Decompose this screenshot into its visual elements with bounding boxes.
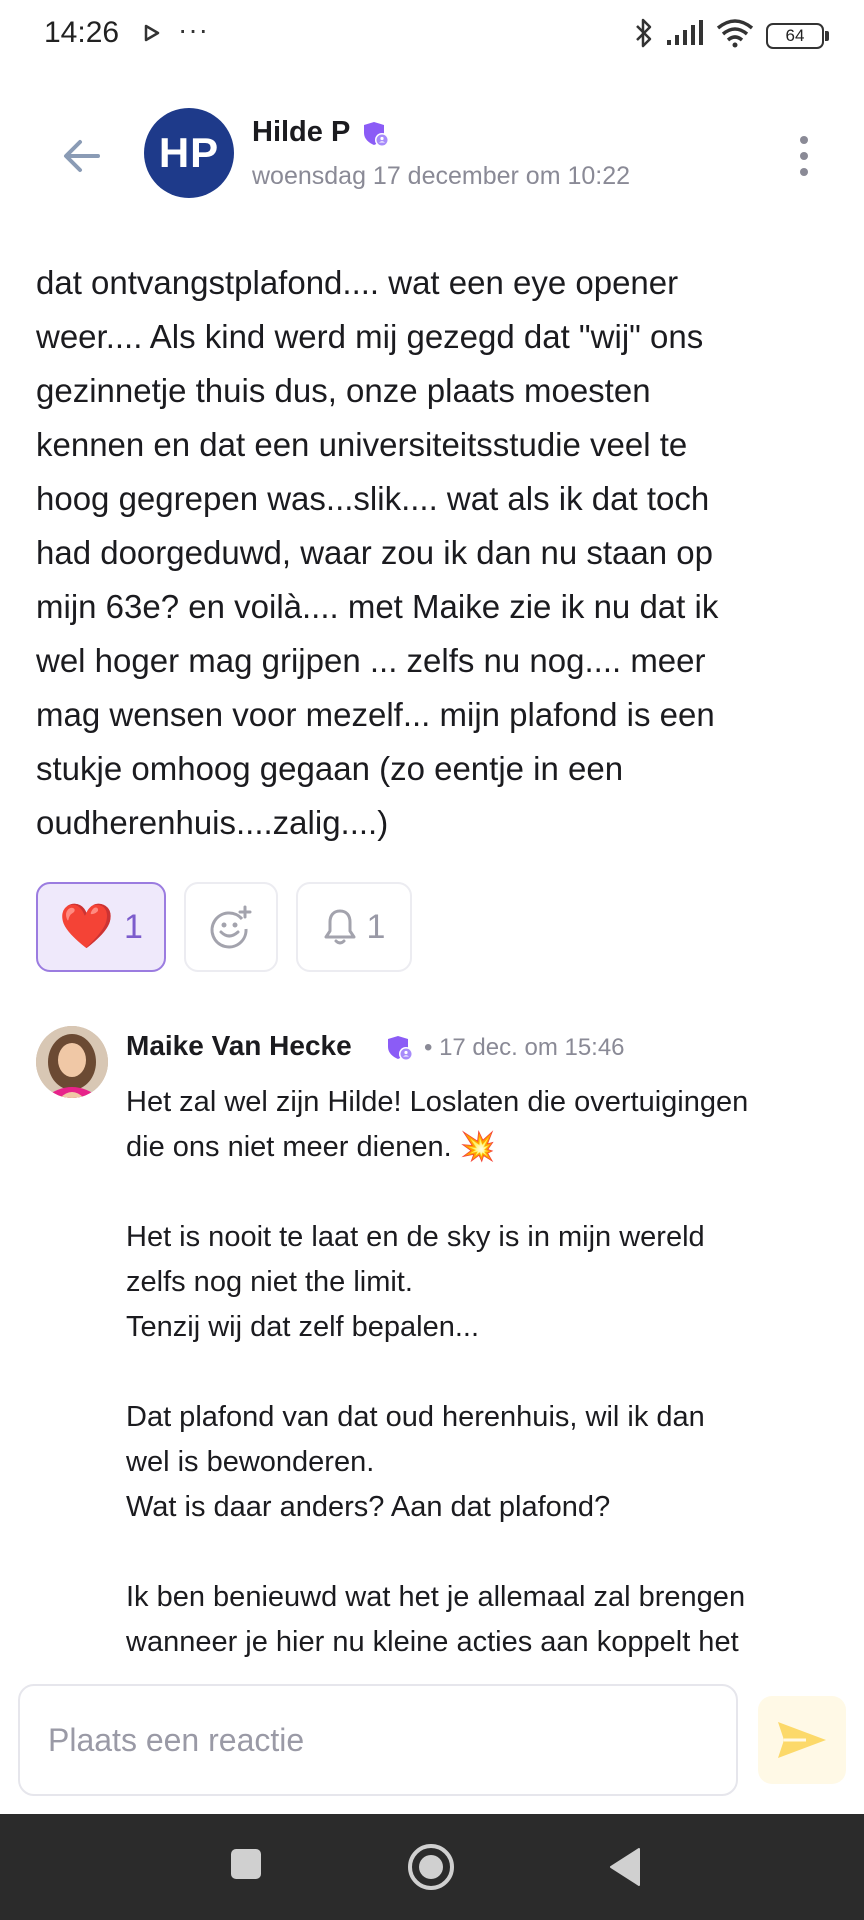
recents-icon — [231, 1849, 261, 1879]
back-triangle-icon — [610, 1848, 640, 1886]
heart-icon: ❤️ — [59, 902, 114, 951]
bluetooth-icon — [634, 18, 654, 53]
reaction-bar: ❤️ 1 1 — [36, 882, 412, 972]
home-button[interactable] — [406, 1842, 456, 1892]
wifi-icon — [716, 18, 754, 53]
verified-badge-icon — [362, 120, 390, 153]
verified-badge-icon — [386, 1034, 414, 1067]
status-icons: 64 — [634, 18, 829, 53]
home-icon — [408, 1844, 454, 1890]
add-emoji-icon — [210, 905, 252, 949]
post-body: dat ontvangstplafond.... wat een eye ope… — [36, 264, 719, 841]
heart-count: 1 — [123, 907, 143, 946]
post-header: HP Hilde P woensdag 17 december om 10:22 — [0, 100, 864, 210]
system-nav-bar — [0, 1814, 864, 1920]
post-date: woensdag 17 december om 10:22 — [252, 162, 631, 190]
send-icon — [778, 1722, 826, 1758]
status-bar: 14:26 ··· 64 — [0, 0, 864, 72]
play-icon — [144, 24, 160, 47]
nav-back-button[interactable] — [600, 1842, 650, 1892]
comment-author[interactable]: Maike Van Hecke — [126, 1030, 352, 1062]
send-button[interactable] — [758, 1696, 846, 1784]
signal-icon — [666, 20, 704, 51]
comment-avatar[interactable] — [36, 1026, 108, 1098]
avatar[interactable]: HP — [144, 108, 234, 198]
more-vert-dot — [800, 168, 808, 176]
more-options-button[interactable] — [784, 128, 824, 184]
follow-button[interactable]: 1 — [296, 882, 412, 972]
more-vert-icon — [800, 136, 808, 144]
recents-button[interactable] — [226, 1844, 266, 1884]
back-arrow-icon — [64, 140, 100, 172]
status-time: 14:26 — [44, 16, 120, 49]
heart-reaction-button[interactable]: ❤️ 1 — [36, 882, 166, 972]
author-name[interactable]: Hilde P — [252, 116, 350, 149]
add-reaction-button[interactable] — [184, 882, 278, 972]
more-vert-dot — [800, 152, 808, 160]
battery-icon: 64 — [766, 22, 829, 49]
reply-input[interactable] — [18, 1684, 738, 1796]
comment-body: Het zal wel zijn Hilde! Loslaten die ove… — [126, 1086, 749, 1658]
bell-icon — [324, 909, 356, 945]
reply-bar — [0, 1664, 864, 1814]
follow-count: 1 — [366, 907, 386, 946]
comment-timestamp: • 17 dec. om 15:46 — [424, 1034, 625, 1061]
back-button[interactable] — [52, 128, 112, 184]
status-more-dots: ··· — [178, 14, 209, 45]
